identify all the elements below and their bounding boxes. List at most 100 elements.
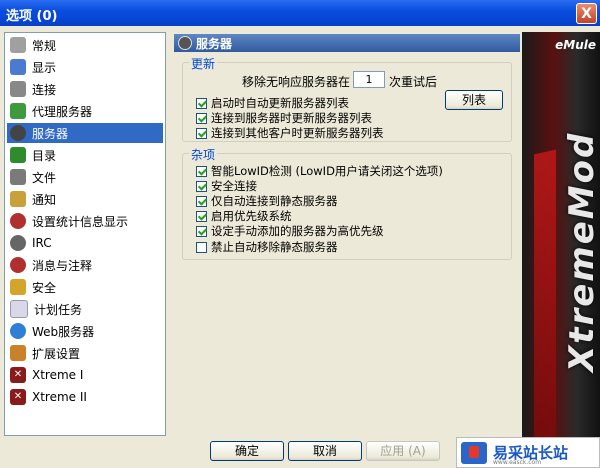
sidebar-item-xtreme-2[interactable]: ✕ Xtreme II	[7, 387, 163, 407]
window-title: 选项 (0)	[6, 9, 58, 24]
sidebar-item-label: 常规	[32, 38, 57, 53]
sidebar-item-label: Web服务器	[32, 324, 95, 339]
ok-button[interactable]: 确定	[210, 441, 284, 461]
safe-connect-checkbox[interactable]: 安全连接	[196, 179, 257, 193]
general-icon	[10, 37, 26, 53]
auto-update-on-start-checkbox[interactable]: 启动时自动更新服务器列表	[196, 96, 349, 110]
watermark-url: www.easck.com	[493, 459, 542, 466]
checkbox-label: 启动时自动更新服务器列表	[211, 96, 349, 110]
manual-high-priority-checkbox[interactable]: 设定手动添加的服务器为高优先级	[196, 224, 384, 238]
apply-button[interactable]: 应用 (A)	[366, 441, 440, 461]
sidebar-item-label: IRC	[32, 236, 52, 250]
messages-icon	[10, 257, 26, 273]
cancel-button[interactable]: 取消	[288, 441, 362, 461]
checkbox-label: 禁止自动移除静态服务器	[211, 240, 338, 254]
smart-lowid-checkbox[interactable]: 智能LowID检测 (LowID用户请关闭这个选项)	[196, 164, 443, 178]
no-remove-static-checkbox[interactable]: 禁止自动移除静态服务器	[196, 240, 338, 254]
server-icon	[10, 125, 26, 141]
panel-header: 服务器	[174, 34, 520, 52]
checkbox-mark	[196, 97, 207, 109]
checkbox-label: 连接到其他客户时更新服务器列表	[211, 126, 384, 140]
close-button[interactable]: X	[576, 3, 597, 24]
misc-group-title: 杂项	[189, 146, 218, 163]
checkbox-label: 设定手动添加的服务器为高优先级	[211, 224, 384, 238]
checkbox-mark	[196, 180, 207, 192]
sidebar-item-label: 代理服务器	[32, 104, 93, 119]
sidebar-item-connection[interactable]: 连接	[7, 79, 163, 99]
update-group-title: 更新	[189, 55, 218, 72]
checkbox-label: 仅自动连接到静态服务器	[211, 194, 338, 208]
security-icon	[10, 279, 26, 295]
sidebar-item-label: 计划任务	[34, 302, 83, 317]
sidebar-item-statistics[interactable]: 设置统计信息显示	[7, 211, 163, 231]
update-on-client-connect-checkbox[interactable]: 连接到其他客户时更新服务器列表	[196, 126, 384, 140]
sidebar-item-label: 通知	[32, 192, 57, 207]
checkbox-mark	[196, 165, 207, 177]
checkbox-mark	[196, 112, 207, 124]
remove-dead-server-prefix: 移除无响应服务器在	[242, 75, 351, 89]
sidebar-item-files[interactable]: 文件	[7, 167, 163, 187]
sidebar-item-web-server[interactable]: Web服务器	[7, 321, 163, 341]
sidebar-item-label: 显示	[32, 60, 57, 75]
checkbox-mark	[196, 210, 207, 222]
sidebar-item-label: 扩展设置	[32, 346, 81, 361]
sidebar-item-notification[interactable]: 通知	[7, 189, 163, 209]
checkbox-mark	[196, 127, 207, 139]
priority-system-checkbox[interactable]: 启用优先级系统	[196, 209, 292, 223]
options-window: 选项 (0) X 常规 显示 连接 代理服务器 服务器 目录 文件 通知 设置统…	[0, 0, 600, 468]
sidebar-item-messages[interactable]: 消息与注释	[7, 255, 163, 275]
sidebar-item-extended[interactable]: 扩展设置	[7, 343, 163, 363]
sidebar-item-server[interactable]: 服务器	[7, 123, 163, 143]
extended-icon	[10, 345, 26, 361]
server-icon	[178, 36, 192, 50]
checkbox-label: 连接到服务器时更新服务器列表	[211, 111, 372, 125]
sidebar-item-security[interactable]: 安全	[7, 277, 163, 297]
sidebar-item-label: 目录	[32, 148, 57, 163]
xtreme-icon: ✕	[10, 367, 26, 383]
checkbox-label: 智能LowID检测 (LowID用户请关闭这个选项)	[211, 164, 443, 178]
directory-icon	[10, 147, 26, 163]
web-server-icon	[10, 323, 26, 339]
sidebar-item-label: Xtreme II	[32, 390, 87, 404]
static-servers-only-checkbox[interactable]: 仅自动连接到静态服务器	[196, 194, 338, 208]
checkbox-mark	[196, 195, 207, 207]
update-on-server-connect-checkbox[interactable]: 连接到服务器时更新服务器列表	[196, 111, 372, 125]
checkbox-label: 安全连接	[211, 179, 257, 193]
notification-icon	[10, 191, 26, 207]
sidebar-item-label: 安全	[32, 280, 57, 295]
options-nav-list[interactable]: 常规 显示 连接 代理服务器 服务器 目录 文件 通知 设置统计信息显示 IRC…	[4, 32, 166, 436]
panel-title: 服务器	[196, 36, 233, 51]
files-icon	[10, 169, 26, 185]
sidebar-item-scheduler[interactable]: 计划任务	[7, 299, 163, 319]
site-watermark: 易采站长站 www.easck.com	[456, 437, 600, 468]
retry-count-input[interactable]: 1	[353, 71, 385, 88]
checkbox-label: 启用优先级系统	[211, 209, 292, 223]
site-logo-icon	[461, 441, 487, 464]
sidebar-item-proxy[interactable]: 代理服务器	[7, 101, 163, 121]
sidebar-item-label: Xtreme I	[32, 368, 84, 382]
sidebar-item-directory[interactable]: 目录	[7, 145, 163, 165]
emule-logo: eMule	[555, 38, 596, 52]
server-list-button[interactable]: 列表	[445, 90, 503, 110]
proxy-icon	[10, 103, 26, 119]
title-bar[interactable]: 选项 (0) X	[0, 0, 600, 26]
irc-icon	[10, 235, 26, 251]
display-icon	[10, 59, 26, 75]
sidebar-item-display[interactable]: 显示	[7, 57, 163, 77]
connection-icon	[10, 81, 26, 97]
sidebar-item-general[interactable]: 常规	[7, 35, 163, 55]
xtrememod-banner: eMule XtremeMod	[522, 32, 600, 468]
sidebar-item-irc[interactable]: IRC	[7, 233, 163, 253]
sidebar-item-label: 文件	[32, 170, 57, 185]
remove-dead-server-suffix: 次重试后	[389, 75, 438, 89]
sidebar-item-label: 消息与注释	[32, 258, 93, 273]
xtrememod-logo: XtremeMod	[562, 131, 600, 372]
statistics-icon	[10, 213, 26, 229]
sidebar-item-xtreme-1[interactable]: ✕ Xtreme I	[7, 365, 163, 385]
sidebar-item-label: 连接	[32, 82, 57, 97]
scheduler-icon	[10, 300, 28, 318]
checkbox-mark	[196, 225, 207, 237]
checkbox-mark	[196, 241, 207, 253]
sidebar-item-label: 设置统计信息显示	[32, 214, 129, 229]
xtreme-icon: ✕	[10, 389, 26, 405]
